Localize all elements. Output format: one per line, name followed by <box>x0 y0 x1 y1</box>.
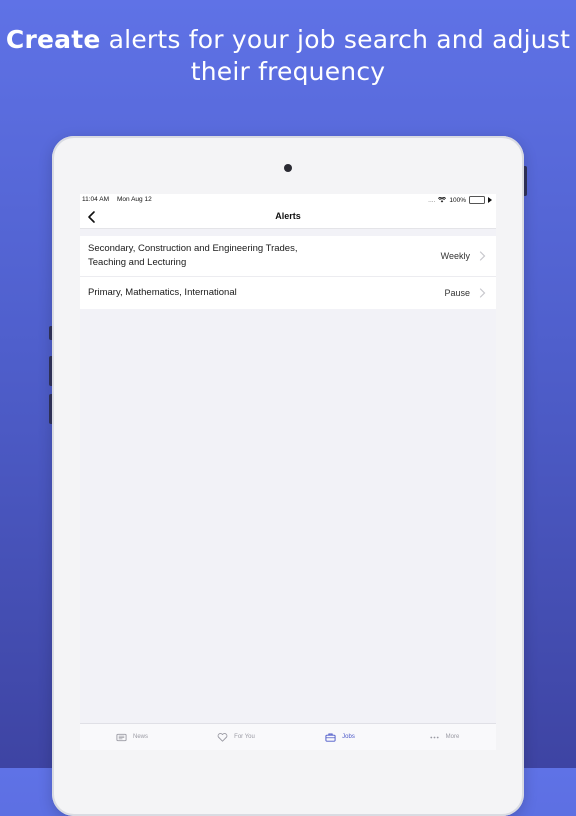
tab-label: Jobs <box>342 734 355 740</box>
mute-switch <box>49 326 52 340</box>
promo-headline: Create alerts for your job search and ad… <box>0 24 576 88</box>
alert-frequency: Weekly <box>440 251 470 261</box>
headline-bold: Create <box>5 25 101 54</box>
alert-name: Primary, Mathematics, International <box>88 286 338 300</box>
app-screen: 11:04 AM Mon Aug 12 .... 100% Alerts Sec… <box>80 194 496 750</box>
alert-name: Secondary, Construction and Engineering … <box>88 242 338 270</box>
page-title: Alerts <box>275 211 301 221</box>
wifi-icon <box>438 197 447 203</box>
status-bar: 11:04 AM Mon Aug 12 .... 100% <box>80 194 496 206</box>
headline-line2: their frequency <box>190 57 386 86</box>
battery-icon <box>469 196 485 204</box>
alert-name-line1: Primary, Mathematics, International <box>88 287 237 298</box>
more-dots-icon <box>430 736 439 738</box>
power-button <box>524 166 527 196</box>
tab-news[interactable]: News <box>80 724 184 750</box>
front-camera <box>284 164 292 172</box>
tab-label: For You <box>234 734 255 740</box>
chevron-right-icon <box>479 251 486 261</box>
status-right: .... 100% <box>428 196 492 204</box>
tab-label: News <box>132 734 148 740</box>
headline-line1: alerts for your job search and adjust <box>100 25 571 54</box>
tab-for-you[interactable]: For You <box>184 724 288 750</box>
alerts-list: Secondary, Construction and Engineering … <box>80 236 496 309</box>
tab-bar: News For You Jobs More <box>80 723 496 750</box>
alert-row[interactable]: Primary, Mathematics, International Paus… <box>80 277 496 309</box>
tab-more[interactable]: More <box>392 724 496 750</box>
navigation-bar: Alerts <box>80 206 496 229</box>
alert-name-line1: Secondary, Construction and Engineering … <box>88 243 298 254</box>
battery-percent: 100% <box>449 196 466 204</box>
alert-row[interactable]: Secondary, Construction and Engineering … <box>80 236 496 277</box>
status-date: Mon Aug 12 <box>117 196 152 203</box>
alert-name-line2: Teaching and Lecturing <box>88 257 187 268</box>
charging-arrow-icon <box>488 197 492 203</box>
status-time: 11:04 AM <box>82 196 109 203</box>
heart-icon <box>217 732 228 742</box>
briefcase-icon <box>325 733 336 742</box>
tab-label: More <box>445 734 460 740</box>
tab-jobs[interactable]: Jobs <box>288 724 392 750</box>
volume-down-button <box>49 394 52 424</box>
signal-indicator: .... <box>428 196 436 204</box>
chevron-right-icon <box>479 288 486 298</box>
volume-up-button <box>49 356 52 386</box>
alert-frequency: Pause <box>444 288 470 298</box>
newspaper-icon <box>116 733 127 741</box>
